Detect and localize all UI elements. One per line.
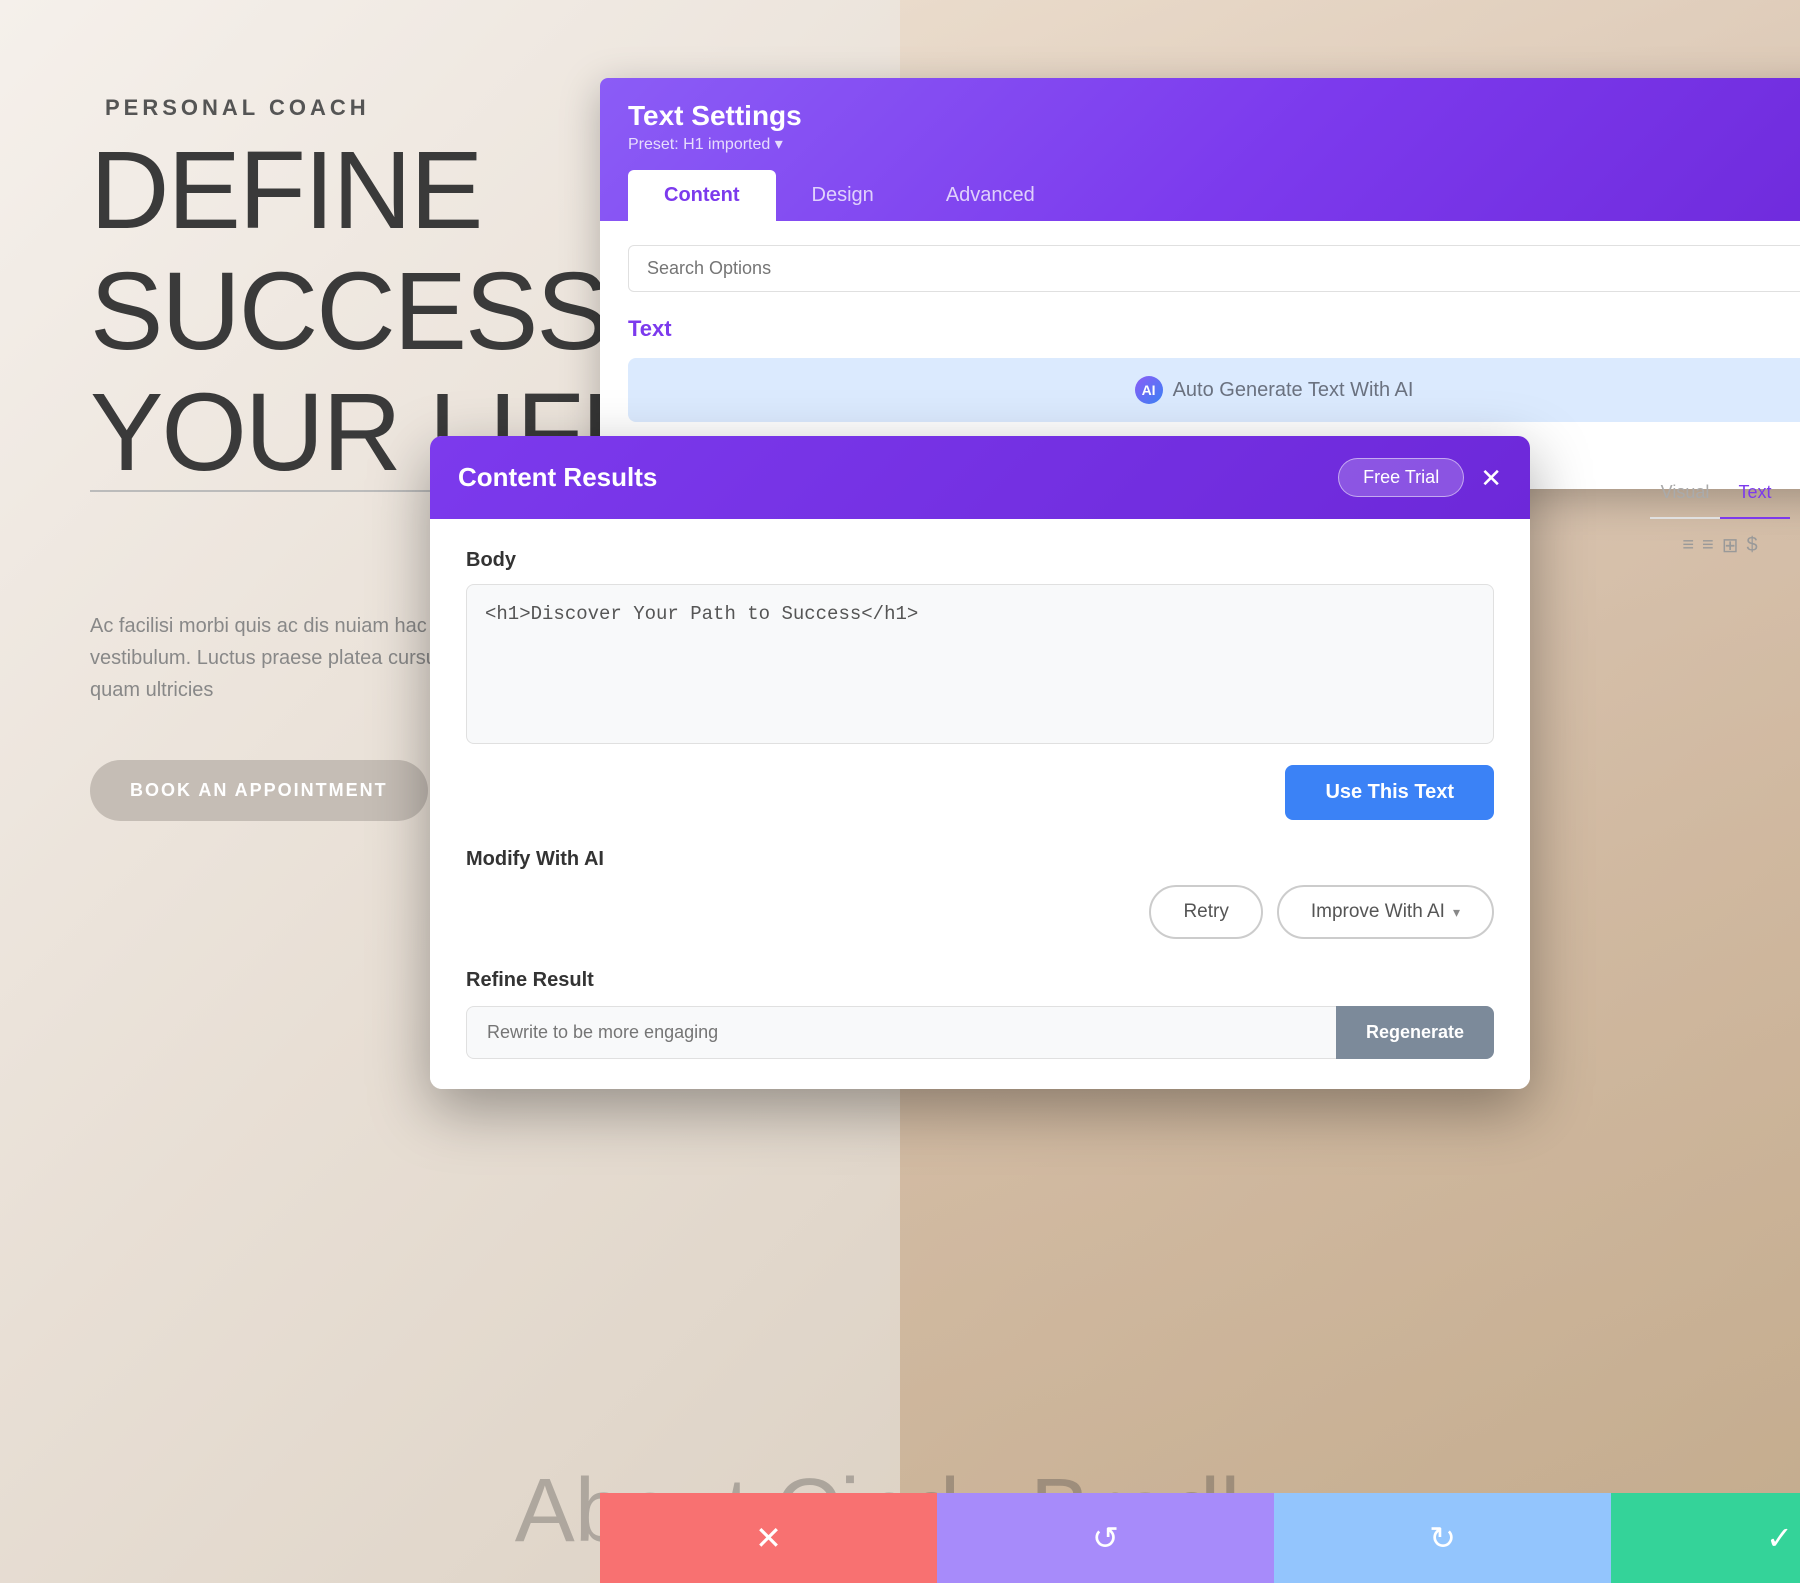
align-center-icon[interactable]: ≡ bbox=[1702, 534, 1714, 557]
text-settings-panel: Text Settings Preset: H1 imported ▾ ⊡ ⊞ … bbox=[600, 78, 1800, 489]
panel-title-area: Text Settings Preset: H1 imported ▾ bbox=[628, 100, 802, 154]
refine-row: Regenerate bbox=[466, 1006, 1494, 1059]
panel-title: Text Settings bbox=[628, 100, 802, 132]
modal-body: Body <h1>Discover Your Path to Success</… bbox=[430, 519, 1530, 1089]
ai-generate-label: Auto Generate Text With AI bbox=[1173, 379, 1414, 402]
refine-label: Refine Result bbox=[466, 969, 1494, 992]
modify-buttons: Retry Improve With AI ▾ bbox=[466, 885, 1494, 939]
use-this-text-button[interactable]: Use This Text bbox=[1285, 765, 1494, 820]
tab-design[interactable]: Design bbox=[776, 170, 910, 221]
book-appointment-button[interactable]: BOOK AN APPOINTMENT bbox=[90, 760, 428, 821]
regenerate-button[interactable]: Regenerate bbox=[1336, 1006, 1494, 1059]
panel-preset[interactable]: Preset: H1 imported ▾ bbox=[628, 134, 802, 154]
tab-visual[interactable]: Visual bbox=[1650, 468, 1720, 519]
tab-text[interactable]: Text bbox=[1720, 468, 1790, 519]
improve-label: Improve With AI bbox=[1311, 901, 1445, 923]
divider bbox=[90, 490, 470, 492]
modify-section: Modify With AI Retry Improve With AI ▾ bbox=[466, 848, 1494, 939]
text-section-title: Text bbox=[628, 316, 672, 342]
free-trial-badge[interactable]: Free Trial bbox=[1338, 458, 1464, 497]
refine-section: Refine Result Regenerate bbox=[466, 969, 1494, 1059]
right-sidebar: Visual Text ≡ ≡ ⊞ $ bbox=[1650, 468, 1790, 572]
chevron-down-icon: ▾ bbox=[1453, 904, 1460, 921]
panel-header: Text Settings Preset: H1 imported ▾ ⊡ ⊞ … bbox=[600, 78, 1800, 221]
table-icon[interactable]: ⊞ bbox=[1722, 533, 1739, 558]
tab-advanced[interactable]: Advanced bbox=[910, 170, 1071, 221]
search-input[interactable] bbox=[628, 245, 1800, 292]
cancel-button[interactable]: ✕ bbox=[600, 1493, 937, 1583]
refine-input[interactable] bbox=[466, 1006, 1336, 1059]
modal-title: Content Results bbox=[458, 462, 657, 493]
sidebar-icons-row: ≡ ≡ ⊞ $ bbox=[1650, 519, 1790, 572]
modal-header: Content Results Free Trial ✕ bbox=[430, 436, 1530, 519]
redo-button[interactable]: ↻ bbox=[1274, 1493, 1611, 1583]
ai-generate-button[interactable]: AI Auto Generate Text With AI bbox=[628, 358, 1800, 422]
improve-with-ai-button[interactable]: Improve With AI ▾ bbox=[1277, 885, 1494, 939]
align-left-icon[interactable]: ≡ bbox=[1682, 534, 1694, 557]
sidebar-tab-row: Visual Text bbox=[1650, 468, 1790, 519]
modify-label: Modify With AI bbox=[466, 848, 1494, 871]
confirm-button[interactable]: ✓ bbox=[1611, 1493, 1800, 1583]
personal-coach-label: PERSONAL COACH bbox=[105, 95, 370, 121]
modal-header-right: Free Trial ✕ bbox=[1338, 458, 1502, 497]
panel-tabs: Content Design Advanced bbox=[628, 170, 1800, 221]
bg-body-text: Ac facilisi morbi quis ac dis nuiam hac … bbox=[90, 610, 470, 706]
currency-icon[interactable]: $ bbox=[1746, 534, 1757, 557]
ai-icon: AI bbox=[1135, 376, 1163, 404]
tab-content[interactable]: Content bbox=[628, 170, 776, 221]
body-textarea[interactable]: <h1>Discover Your Path to Success</h1> bbox=[466, 584, 1494, 744]
text-section-header: Text ∧ ⋮ bbox=[628, 316, 1800, 342]
retry-button[interactable]: Retry bbox=[1149, 885, 1262, 939]
undo-button[interactable]: ↺ bbox=[937, 1493, 1274, 1583]
modal-close-button[interactable]: ✕ bbox=[1480, 465, 1502, 491]
bottom-toolbar: ✕ ↺ ↻ ✓ bbox=[600, 1493, 1800, 1583]
search-filter-row: + Filter bbox=[628, 245, 1800, 292]
body-field-label: Body bbox=[466, 549, 1494, 572]
content-results-modal: Content Results Free Trial ✕ Body <h1>Di… bbox=[430, 436, 1530, 1089]
